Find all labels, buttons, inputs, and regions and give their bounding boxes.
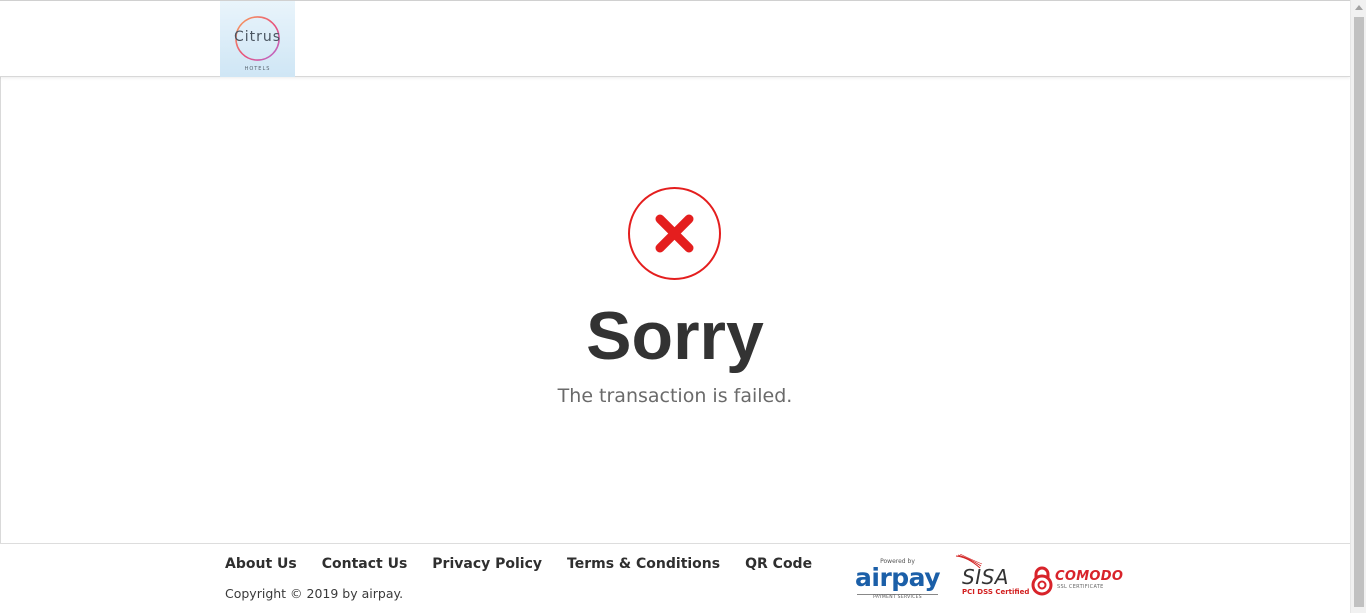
copyright-text: Copyright © 2019 by airpay. bbox=[225, 586, 404, 601]
sisa-subtitle: PCI DSS Certified bbox=[962, 588, 1030, 596]
header: Citrus HOTELS bbox=[0, 0, 1350, 77]
footer-link-terms-conditions[interactable]: Terms & Conditions bbox=[567, 555, 720, 573]
padlock-icon bbox=[1031, 566, 1053, 596]
page-title: Sorry bbox=[586, 298, 764, 374]
footer: About Us Contact Us Privacy Policy Terms… bbox=[0, 543, 1350, 613]
comodo-subtitle: SSL CERTIFICATE bbox=[1057, 584, 1104, 590]
footer-link-qr-code[interactable]: QR Code bbox=[745, 555, 812, 573]
comodo-wordmark: COMODO bbox=[1055, 569, 1124, 584]
footer-nav: About Us Contact Us Privacy Policy Terms… bbox=[225, 555, 837, 573]
airpay-badge: Powered by airpay PAYMENT SERVICES bbox=[855, 558, 941, 602]
logo-wordmark: Citrus bbox=[233, 29, 282, 45]
scroll-up-arrow-icon[interactable] bbox=[1355, 5, 1363, 10]
footer-link-contact-us[interactable]: Contact Us bbox=[322, 555, 408, 573]
footer-link-privacy-policy[interactable]: Privacy Policy bbox=[432, 555, 542, 573]
vertical-scrollbar[interactable] bbox=[1350, 0, 1366, 613]
scrollbar-thumb[interactable] bbox=[1354, 17, 1364, 607]
sisa-wordmark: SISA bbox=[962, 565, 1009, 589]
error-x-icon bbox=[628, 187, 721, 280]
footer-link-about-us[interactable]: About Us bbox=[225, 555, 297, 573]
logo-subtitle: HOTELS bbox=[244, 66, 271, 72]
comodo-ssl-badge: COMODO SSL CERTIFICATE bbox=[1030, 566, 1124, 598]
airpay-subtitle: PAYMENT SERVICES bbox=[873, 595, 922, 600]
citrus-hotels-logo[interactable]: Citrus HOTELS bbox=[220, 1, 295, 77]
sisa-pci-badge: SISA PCI DSS Certified bbox=[952, 554, 1029, 598]
airpay-wordmark: airpay bbox=[855, 563, 941, 592]
status-message: The transaction is failed. bbox=[557, 385, 793, 407]
